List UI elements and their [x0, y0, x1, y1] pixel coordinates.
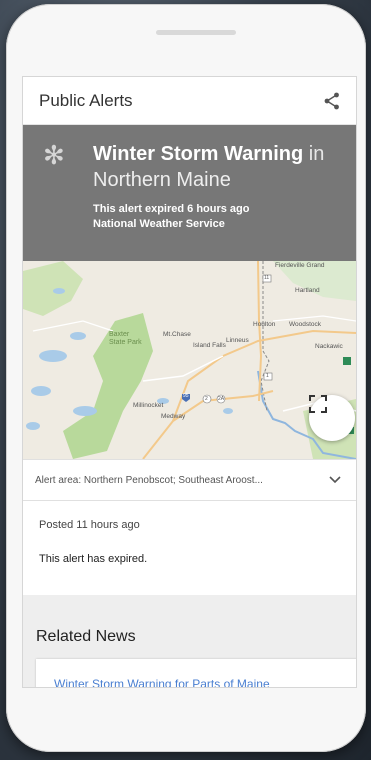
- snowflake-icon: ✻: [43, 141, 65, 171]
- card-title: Public Alerts: [39, 90, 133, 110]
- phone-frame: Public Alerts ✻ Winter Storm Warning in: [6, 4, 366, 752]
- map-route-2a: 2A: [218, 396, 225, 402]
- alert-area-text: Alert area: Northern Penobscot; Southeas…: [35, 474, 263, 486]
- alert-event: Winter Storm Warning: [93, 143, 304, 165]
- related-news-section: Related News Winter Storm Warning for Pa…: [23, 598, 356, 687]
- fullscreen-icon: [309, 395, 327, 413]
- public-alerts-card: Public Alerts ✻ Winter Storm Warning in: [23, 77, 356, 595]
- news-card[interactable]: Winter Storm Warning for Parts of Maine: [36, 659, 356, 687]
- card-header: Public Alerts: [23, 77, 356, 125]
- alert-expired-text: This alert expired 6 hours ago: [93, 203, 250, 215]
- map-label-millinocket: Millinocket: [133, 402, 164, 409]
- map-label-linneus: Linneus: [226, 337, 249, 344]
- alert-area-row[interactable]: Alert area: Northern Penobscot; Southeas…: [23, 459, 356, 501]
- alert-connector: in: [308, 143, 325, 165]
- map-route-95: 95: [183, 393, 189, 399]
- map-route-2: 2: [205, 396, 208, 402]
- share-icon[interactable]: [322, 91, 342, 111]
- map-label-medway: Medway: [161, 413, 186, 420]
- news-headline-link[interactable]: Winter Storm Warning for Parts of Maine: [54, 677, 270, 687]
- screen: Public Alerts ✻ Winter Storm Warning in: [22, 76, 357, 688]
- map-label-houlton: Houlton: [253, 321, 276, 328]
- chevron-down-icon[interactable]: [328, 473, 342, 487]
- map-label-woodstock: Woodstock: [289, 321, 322, 328]
- map-route-1: 1: [266, 373, 269, 379]
- fullscreen-button[interactable]: [309, 395, 355, 441]
- alert-region: Northern Maine: [93, 169, 231, 191]
- map-label-nackawic: Nackawic: [315, 343, 343, 350]
- map-label-island-falls: Island Falls: [193, 342, 226, 349]
- alert-map[interactable]: Fierdeville Grand Hartland Baxter State …: [23, 261, 356, 459]
- map-route-11: 11: [264, 275, 270, 281]
- phone-speaker: [156, 30, 236, 35]
- alert-banner: ✻ Winter Storm Warning in Northern Maine…: [23, 125, 356, 261]
- alert-source: National Weather Service: [93, 218, 225, 230]
- posted-time: Posted 11 hours ago: [39, 519, 140, 531]
- map-label-mtchase: Mt.Chase: [163, 331, 191, 338]
- alert-headline: Winter Storm Warning in Northern Maine: [93, 141, 344, 193]
- map-label-baxter: Baxter State Park: [109, 331, 142, 346]
- expired-note: This alert has expired.: [39, 553, 148, 565]
- map-label-hartland: Hartland: [295, 287, 320, 294]
- related-news-heading: Related News: [36, 628, 136, 645]
- map-label-fierdown: Fierdeville Grand: [275, 262, 325, 269]
